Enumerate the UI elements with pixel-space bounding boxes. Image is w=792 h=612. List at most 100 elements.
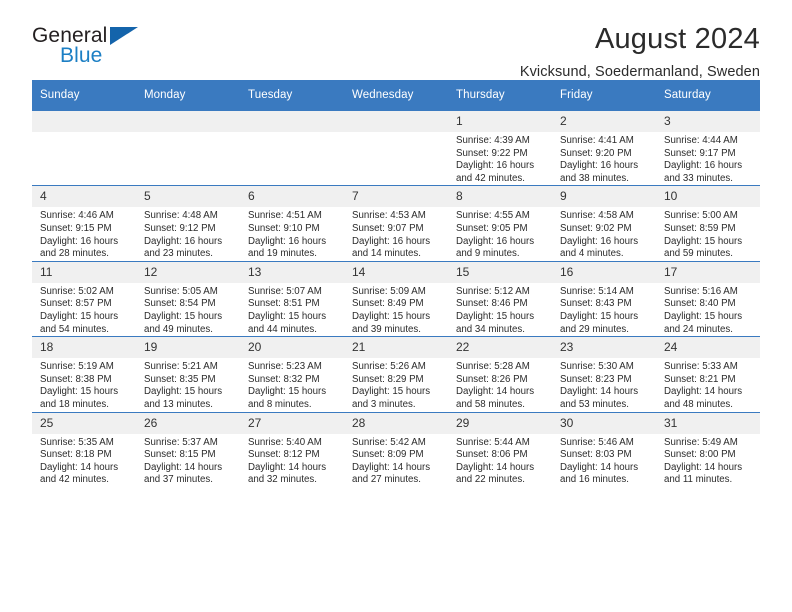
daylight-text: Daylight: 15 hours and 18 minutes. bbox=[40, 386, 119, 410]
sunset-text: Sunset: 8:35 PM bbox=[144, 373, 216, 385]
day-details: Sunrise: 5:33 AM Sunset: 8:21 PM Daylight:… bbox=[656, 358, 760, 411]
calendar-day-cell[interactable]: 11 Sunrise: 5:02 AM Sunset: 8:57 PM Dayligh… bbox=[32, 260, 136, 337]
location-subtitle: Kvicksund, Soedermanland, Sweden bbox=[519, 64, 760, 80]
sunrise-text: Sunrise: 5:02 AM bbox=[40, 285, 114, 297]
sunset-text: Sunset: 8:46 PM bbox=[456, 298, 528, 310]
day-number bbox=[344, 111, 448, 132]
sunrise-text: Sunrise: 5:40 AM bbox=[248, 436, 322, 448]
sunset-text: Sunset: 8:51 PM bbox=[248, 298, 320, 310]
day-number: 13 bbox=[240, 261, 344, 283]
sunrise-text: Sunrise: 5:05 AM bbox=[144, 285, 218, 297]
calendar-week-row: 4 Sunrise: 4:46 AM Sunset: 9:15 PM Daylight… bbox=[32, 185, 760, 262]
sunset-text: Sunset: 8:54 PM bbox=[144, 298, 216, 310]
sunset-text: Sunset: 8:49 PM bbox=[352, 298, 424, 310]
day-details: Sunrise: 5:14 AM Sunset: 8:43 PM Daylight:… bbox=[552, 283, 656, 336]
day-number: 24 bbox=[656, 337, 760, 359]
calendar-day-cell[interactable]: 17 Sunrise: 5:16 AM Sunset: 8:40 PM Dayligh… bbox=[656, 260, 760, 337]
daylight-text: Daylight: 15 hours and 54 minutes. bbox=[40, 310, 119, 335]
day-number: 22 bbox=[448, 337, 552, 359]
calendar-day-cell[interactable]: 25 Sunrise: 5:35 AM Sunset: 8:18 PM Dayligh… bbox=[32, 411, 136, 487]
general-blue-logo[interactable]: General Blue bbox=[32, 22, 152, 74]
calendar-day-cell[interactable]: 20 Sunrise: 5:23 AM Sunset: 8:32 PM Dayligh… bbox=[240, 336, 344, 412]
daylight-text: Daylight: 16 hours and 42 minutes. bbox=[456, 160, 535, 184]
calendar-page: General Blue August 2024 Kvicksund, Soed… bbox=[0, 0, 792, 612]
calendar-day-cell[interactable]: 21 Sunrise: 5:26 AM Sunset: 8:29 PM Dayligh… bbox=[344, 336, 448, 412]
calendar-day-cell[interactable]: 18 Sunrise: 5:19 AM Sunset: 8:38 PM Dayligh… bbox=[32, 336, 136, 412]
sunset-text: Sunset: 8:26 PM bbox=[456, 373, 528, 385]
calendar-day-cell[interactable]: 19 Sunrise: 5:21 AM Sunset: 8:35 PM Dayligh… bbox=[136, 336, 240, 412]
calendar-day-cell[interactable]: 4 Sunrise: 4:46 AM Sunset: 9:15 PM Daylight… bbox=[32, 185, 136, 262]
day-number: 28 bbox=[344, 412, 448, 434]
sunset-text: Sunset: 9:10 PM bbox=[248, 222, 320, 234]
sunrise-text: Sunrise: 5:37 AM bbox=[144, 436, 218, 448]
logo-text-blue: Blue bbox=[60, 44, 103, 67]
calendar-day-cell[interactable]: 27 Sunrise: 5:40 AM Sunset: 8:12 PM Dayligh… bbox=[240, 411, 344, 487]
sunrise-text: Sunrise: 5:00 AM bbox=[664, 210, 738, 222]
day-details: Sunrise: 5:30 AM Sunset: 8:23 PM Daylight:… bbox=[552, 358, 656, 411]
calendar-day-cell[interactable]: 24 Sunrise: 5:33 AM Sunset: 8:21 PM Dayligh… bbox=[656, 336, 760, 412]
sunrise-text: Sunrise: 4:51 AM bbox=[248, 210, 322, 222]
calendar-day-cell[interactable]: 15 Sunrise: 5:12 AM Sunset: 8:46 PM Dayligh… bbox=[448, 260, 552, 337]
calendar-day-cell[interactable]: 14 Sunrise: 5:09 AM Sunset: 8:49 PM Dayligh… bbox=[344, 260, 448, 337]
day-details: Sunrise: 4:51 AM Sunset: 9:10 PM Daylight:… bbox=[240, 207, 344, 260]
sunrise-text: Sunrise: 5:46 AM bbox=[560, 436, 634, 448]
weekday-header-monday: Monday bbox=[136, 80, 240, 111]
calendar-day-cell[interactable]: 29 Sunrise: 5:44 AM Sunset: 8:06 PM Dayligh… bbox=[448, 411, 552, 487]
day-number: 16 bbox=[552, 261, 656, 283]
sunset-text: Sunset: 8:23 PM bbox=[560, 373, 632, 385]
calendar-day-cell[interactable]: 3 Sunrise: 4:44 AM Sunset: 9:17 PM Daylight… bbox=[656, 109, 760, 186]
day-details: Sunrise: 5:19 AM Sunset: 8:38 PM Daylight:… bbox=[32, 358, 136, 411]
weekday-header-saturday: Saturday bbox=[656, 80, 760, 111]
calendar-day-cell[interactable]: 31 Sunrise: 5:49 AM Sunset: 8:00 PM Dayligh… bbox=[656, 411, 760, 487]
sunrise-text: Sunrise: 5:44 AM bbox=[456, 436, 530, 448]
day-details: Sunrise: 5:37 AM Sunset: 8:15 PM Daylight:… bbox=[136, 434, 240, 487]
calendar-body: 1 Sunrise: 4:39 AM Sunset: 9:22 PM Daylight… bbox=[32, 109, 760, 487]
daylight-text: Daylight: 15 hours and 13 minutes. bbox=[144, 386, 223, 410]
calendar-day-cell[interactable]: 8 Sunrise: 4:55 AM Sunset: 9:05 PM Daylight… bbox=[448, 185, 552, 262]
day-details: Sunrise: 5:21 AM Sunset: 8:35 PM Daylight:… bbox=[136, 358, 240, 411]
calendar-day-cell[interactable]: 12 Sunrise: 5:05 AM Sunset: 8:54 PM Dayligh… bbox=[136, 260, 240, 337]
calendar-day-cell[interactable]: 7 Sunrise: 4:53 AM Sunset: 9:07 PM Daylight… bbox=[344, 185, 448, 262]
page-title: August 2024 bbox=[594, 23, 760, 55]
calendar-day-cell[interactable]: 13 Sunrise: 5:07 AM Sunset: 8:51 PM Dayligh… bbox=[240, 260, 344, 337]
day-number: 15 bbox=[448, 261, 552, 283]
sunset-text: Sunset: 9:22 PM bbox=[456, 147, 528, 159]
calendar-day-cell[interactable]: 10 Sunrise: 5:00 AM Sunset: 8:59 PM Dayligh… bbox=[656, 185, 760, 262]
calendar-day-cell-empty bbox=[32, 109, 136, 186]
sunrise-text: Sunrise: 4:39 AM bbox=[456, 135, 530, 146]
sunrise-text: Sunrise: 5:16 AM bbox=[664, 285, 738, 297]
daylight-text: Daylight: 16 hours and 19 minutes. bbox=[248, 235, 327, 260]
day-details: Sunrise: 4:48 AM Sunset: 9:12 PM Daylight:… bbox=[136, 207, 240, 260]
calendar-day-cell[interactable]: 28 Sunrise: 5:42 AM Sunset: 8:09 PM Dayligh… bbox=[344, 411, 448, 487]
day-number: 30 bbox=[552, 412, 656, 434]
day-number: 11 bbox=[32, 261, 136, 283]
day-number: 18 bbox=[32, 337, 136, 359]
sunset-text: Sunset: 8:59 PM bbox=[664, 222, 736, 234]
calendar-day-cell[interactable]: 6 Sunrise: 4:51 AM Sunset: 9:10 PM Daylight… bbox=[240, 185, 344, 262]
calendar-day-cell[interactable]: 1 Sunrise: 4:39 AM Sunset: 9:22 PM Daylight… bbox=[448, 109, 552, 186]
sunrise-text: Sunrise: 4:46 AM bbox=[40, 210, 114, 222]
calendar-day-cell[interactable]: 2 Sunrise: 4:41 AM Sunset: 9:20 PM Daylight… bbox=[552, 109, 656, 186]
calendar-table: Sunday Monday Tuesday Wednesday Thursday… bbox=[32, 80, 760, 487]
calendar-header-row: Sunday Monday Tuesday Wednesday Thursday… bbox=[32, 80, 760, 111]
calendar-day-cell[interactable]: 30 Sunrise: 5:46 AM Sunset: 8:03 PM Dayligh… bbox=[552, 411, 656, 487]
day-number: 25 bbox=[32, 412, 136, 434]
calendar-day-cell[interactable]: 23 Sunrise: 5:30 AM Sunset: 8:23 PM Dayligh… bbox=[552, 336, 656, 412]
calendar-day-cell[interactable]: 22 Sunrise: 5:28 AM Sunset: 8:26 PM Dayligh… bbox=[448, 336, 552, 412]
sunset-text: Sunset: 8:18 PM bbox=[40, 449, 112, 461]
daylight-text: Daylight: 16 hours and 23 minutes. bbox=[144, 235, 223, 260]
daylight-text: Daylight: 15 hours and 59 minutes. bbox=[664, 235, 743, 260]
calendar-day-cell[interactable]: 16 Sunrise: 5:14 AM Sunset: 8:43 PM Dayligh… bbox=[552, 260, 656, 337]
day-details: Sunrise: 4:55 AM Sunset: 9:05 PM Daylight:… bbox=[448, 207, 552, 260]
calendar-day-cell[interactable]: 5 Sunrise: 4:48 AM Sunset: 9:12 PM Daylight… bbox=[136, 185, 240, 262]
day-details: Sunrise: 5:40 AM Sunset: 8:12 PM Daylight:… bbox=[240, 434, 344, 487]
daylight-text: Daylight: 15 hours and 3 minutes. bbox=[352, 386, 431, 410]
day-number: 27 bbox=[240, 412, 344, 434]
calendar-day-cell[interactable]: 9 Sunrise: 4:58 AM Sunset: 9:02 PM Daylight… bbox=[552, 185, 656, 262]
triangle-icon bbox=[110, 27, 138, 45]
weekday-header-friday: Friday bbox=[552, 80, 656, 111]
sunrise-text: Sunrise: 5:07 AM bbox=[248, 285, 322, 297]
calendar-day-cell[interactable]: 26 Sunrise: 5:37 AM Sunset: 8:15 PM Dayligh… bbox=[136, 411, 240, 487]
day-details: Sunrise: 4:44 AM Sunset: 9:17 PM Daylight:… bbox=[656, 132, 760, 185]
sunrise-text: Sunrise: 5:23 AM bbox=[248, 361, 322, 373]
